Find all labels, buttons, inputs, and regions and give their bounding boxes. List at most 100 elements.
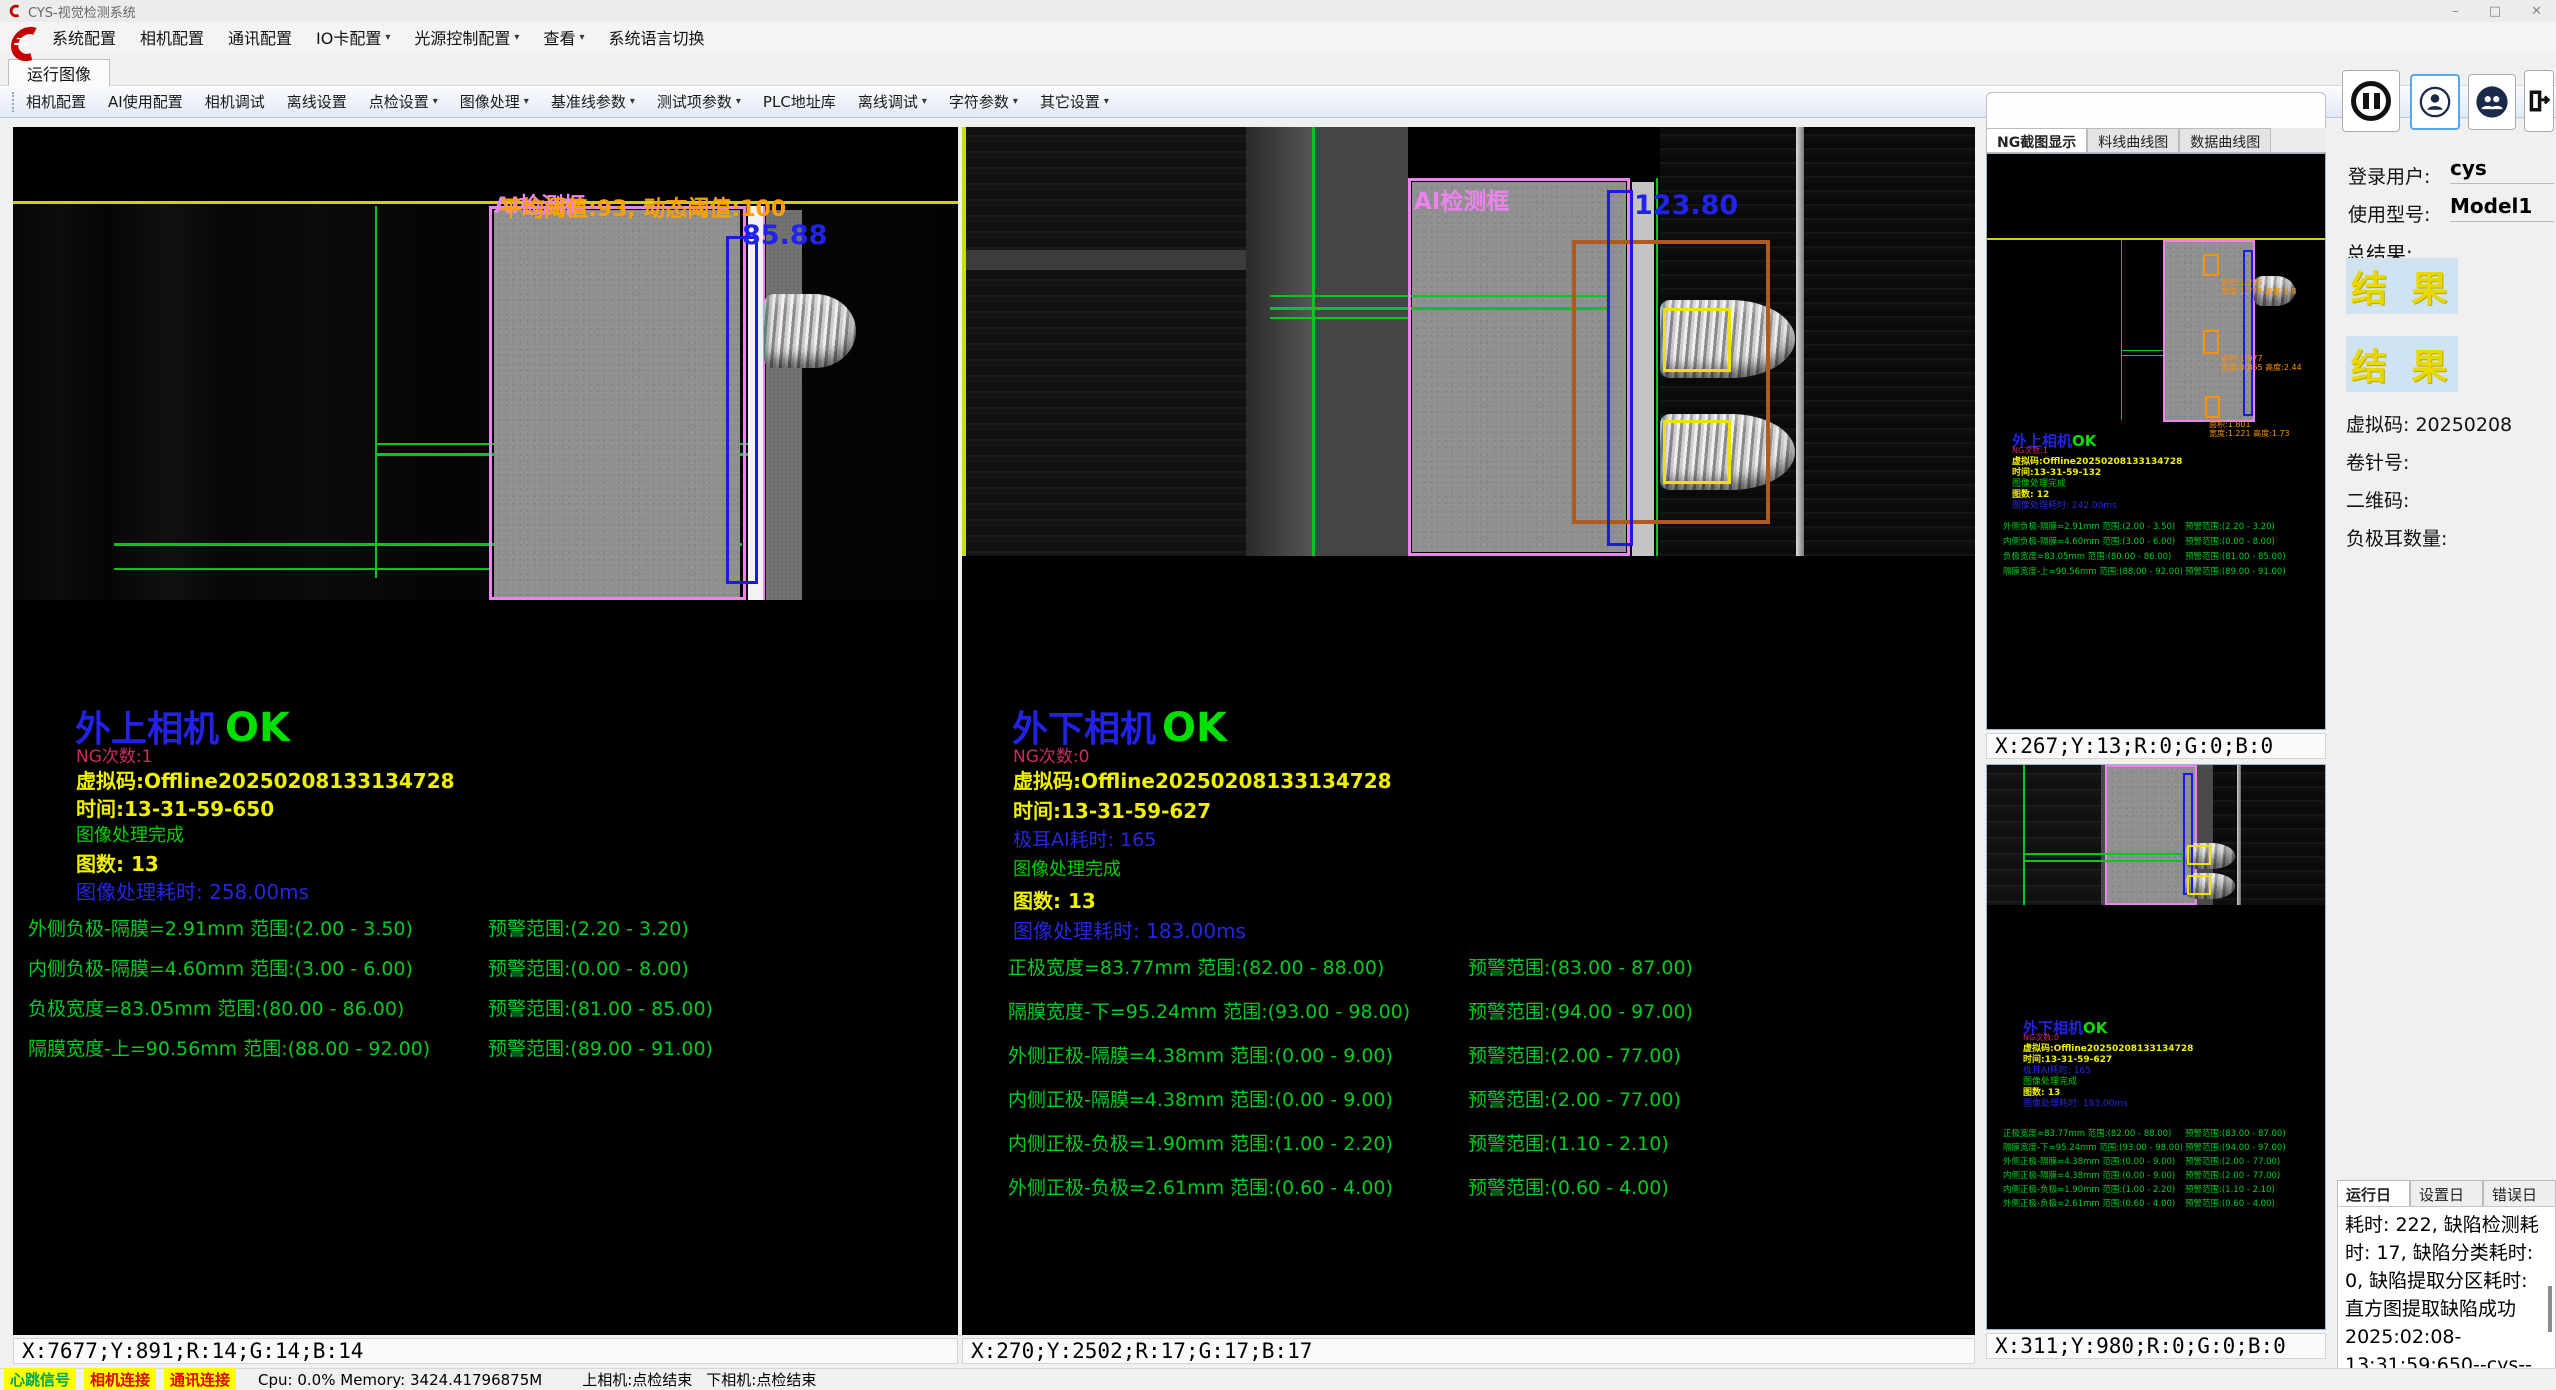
tool-camera-debug[interactable]: 相机调试 xyxy=(205,91,265,112)
menu-language-switch[interactable]: 系统语言切换 xyxy=(609,25,705,49)
warn-range-text: 预警范围:(81.00 - 85.00) xyxy=(2185,550,2286,562)
defect-annotation: 面积:1.801 宽度:1.221 高度:1.73 xyxy=(2209,420,2290,438)
measurement-row: 隔膜宽度-下=95.24mm 范围:(93.00 - 98.00)预警范围:(9… xyxy=(2003,1141,2183,1155)
login-user-field[interactable]: cys xyxy=(2450,156,2554,184)
menu-label: 光源控制配置 xyxy=(414,25,510,49)
camera-connect-badge: 相机连接 xyxy=(84,1368,156,1390)
tool-other-settings[interactable]: 其它设置▾ xyxy=(1040,91,1109,112)
menu-light-config[interactable]: 光源控制配置▾ xyxy=(414,25,519,49)
lower-camera-view[interactable]: AI检测框 123.80 外下相机OK NG次数:0 虚拟码:Offline20… xyxy=(962,127,1975,1335)
lime-edge-line xyxy=(962,127,966,556)
tab-material-curve[interactable]: 料线曲线图 xyxy=(2087,128,2179,152)
width-measure-box xyxy=(2243,250,2253,416)
toolbar-grip-handle[interactable] xyxy=(12,92,16,112)
tool-plc-address-lib[interactable]: PLC地址库 xyxy=(763,91,836,112)
tool-baseline-params[interactable]: 基准线参数▾ xyxy=(551,91,635,112)
bright-band xyxy=(966,250,1246,270)
measurement-row: 内侧负极-隔膜=4.60mm 范围:(3.00 - 6.00)预警范围:(0.0… xyxy=(28,954,430,994)
measurement-row: 外侧正极-隔膜=4.38mm 范围:(0.00 - 9.00)预警范围:(2.0… xyxy=(1008,1041,1410,1085)
tab-label: NG截图显示 xyxy=(1997,135,2076,151)
menu-label: IO卡配置 xyxy=(316,25,381,49)
run-log-output[interactable]: 耗时: 222, 缺陷检测耗时: 17, 缺陷分类耗时: 0, 缺陷提取分区耗时… xyxy=(2337,1206,2556,1390)
tool-offline-debug[interactable]: 离线调试▾ xyxy=(858,91,927,112)
virtual-code-text: 虚拟码:Offline20250208133134728 xyxy=(76,765,455,794)
measurement-row: 负极宽度=83.05mm 范围:(80.00 - 86.00)预警范围:(81.… xyxy=(2003,550,2183,565)
ai-time-text: 极耳AI耗时: 165 xyxy=(1013,825,1156,852)
defect-area-text: 面积:1.801 xyxy=(2209,420,2290,429)
menu-comm-config[interactable]: 通讯配置 xyxy=(228,25,292,49)
minimize-icon[interactable]: – xyxy=(2452,4,2459,19)
tool-ai-usage-config[interactable]: AI使用配置 xyxy=(108,91,183,112)
exit-button[interactable] xyxy=(2524,70,2554,132)
green-vertical-line xyxy=(2121,240,2122,420)
menu-camera-config[interactable]: 相机配置 xyxy=(140,25,204,49)
model-field[interactable]: Model1 xyxy=(2450,194,2554,222)
defect-size-text: 宽度:1.221 高度:1.73 xyxy=(2209,429,2290,438)
image-count-text: 图数: 13 xyxy=(76,848,159,877)
upper-camera-view[interactable]: AI检测框 平均阈值:93, 动态阈值:100 85.88 外上相机OK NG次… xyxy=(13,127,958,1335)
measurement-text: 外侧负极-隔膜=2.91mm 范围:(2.00 - 3.50) xyxy=(2003,522,2175,532)
tool-spot-check[interactable]: 点检设置▾ xyxy=(369,91,438,112)
warn-range-text: 预警范围:(0.60 - 4.00) xyxy=(2185,1197,2275,1209)
tool-label: 相机调试 xyxy=(205,91,265,112)
camera-result: OK xyxy=(2072,432,2096,450)
ng-snapshot-lower[interactable]: 外下相机OK NG次数:0 虚拟码:Offline202502081331347… xyxy=(1986,764,2326,1330)
tool-label: 相机配置 xyxy=(26,91,86,112)
log-scrollbar[interactable] xyxy=(2548,1286,2552,1332)
warn-range-text: 预警范围:(0.60 - 4.00) xyxy=(1468,1173,1669,1200)
green-horizontal-line xyxy=(2023,860,2185,862)
preview-pane-header xyxy=(1986,92,2326,130)
tab-data-curve[interactable]: 数据曲线图 xyxy=(2179,128,2271,152)
measurement-row: 正极宽度=83.77mm 范围:(82.00 - 88.00)预警范围:(83.… xyxy=(2003,1127,2183,1141)
menu-bar: 系统配置 相机配置 通讯配置 IO卡配置▾ 光源控制配置▾ 查看▾ 系统语言切换 xyxy=(0,22,2556,52)
virtual-code-text: 虚拟码:Offline20250208133134728 xyxy=(1013,765,1392,794)
measurement-text: 隔膜宽度-下=95.24mm 范围:(93.00 - 98.00) xyxy=(1008,1001,1410,1023)
tool-test-item-params[interactable]: 测试项参数▾ xyxy=(657,91,741,112)
user-management-button[interactable] xyxy=(2468,74,2516,130)
measurement-row: 外侧负极-隔膜=2.91mm 范围:(2.00 - 3.50)预警范围:(2.2… xyxy=(2003,520,2183,535)
tool-char-params[interactable]: 字符参数▾ xyxy=(949,91,1018,112)
measurement-text: 外侧正极-隔膜=4.38mm 范围:(0.00 - 9.00) xyxy=(2003,1157,2175,1167)
bright-vertical-edge xyxy=(2237,765,2241,905)
measurement-text: 外侧正极-负极=2.61mm 范围:(0.60 - 4.00) xyxy=(2003,1199,2175,1209)
current-user-button[interactable] xyxy=(2410,74,2460,130)
ng-snapshot-upper[interactable]: 面积:1.226 宽度:1.775 高度:1.8 面积:1.977 宽度:0.8… xyxy=(1986,153,2326,730)
close-icon[interactable]: ✕ xyxy=(2531,4,2542,19)
menu-system-config[interactable]: 系统配置 xyxy=(52,25,116,49)
chevron-down-icon: ▾ xyxy=(736,96,741,107)
warn-range-text: 预警范围:(2.20 - 3.20) xyxy=(2185,520,2275,532)
tool-label: 图像处理 xyxy=(460,91,520,112)
cpu-memory-text: Cpu: 0.0% Memory: 3424.41796875M xyxy=(258,1371,542,1389)
secondary-material-strip xyxy=(766,210,802,600)
measurement-row: 内侧正极-负极=1.90mm 范围:(1.00 - 2.20)预警范围:(1.1… xyxy=(2003,1183,2183,1197)
heartbeat-status-badge: 心跳信号 xyxy=(4,1368,76,1390)
tab-label: 数据曲线图 xyxy=(2190,135,2260,151)
pause-button[interactable] xyxy=(2342,70,2400,132)
maximize-icon[interactable]: □ xyxy=(2489,4,2501,19)
defect-area-text: 面积:1.977 xyxy=(2221,354,2302,363)
menu-io-card-config[interactable]: IO卡配置▾ xyxy=(316,25,390,49)
qr-code-line: 二维码: xyxy=(2346,486,2409,513)
defect-size-text: 宽度:0.865 高度:2.44 xyxy=(2221,363,2302,372)
pixel-coords-text: X:267;Y:13;R:0;G:0;B:0 xyxy=(1995,734,2273,758)
menu-view[interactable]: 查看▾ xyxy=(543,25,584,49)
tool-offline-settings[interactable]: 离线设置 xyxy=(287,91,347,112)
measurement-text: 外侧负极-隔膜=2.91mm 范围:(2.00 - 3.50) xyxy=(28,918,413,940)
defect-box xyxy=(2205,396,2220,418)
ng-count-text: NG次数:0 xyxy=(1013,742,1089,767)
warn-range-text: 预警范围:(0.00 - 8.00) xyxy=(2185,535,2275,547)
tool-label: 离线设置 xyxy=(287,91,347,112)
measurement-row: 内侧正极-隔膜=4.38mm 范围:(0.00 - 9.00)预警范围:(2.0… xyxy=(2003,1169,2183,1183)
user-icon xyxy=(2418,85,2452,119)
warn-range-text: 预警范围:(94.00 - 97.00) xyxy=(1468,997,1693,1024)
green-vertical-line xyxy=(375,206,377,578)
tool-camera-config[interactable]: 相机配置 xyxy=(26,91,86,112)
tool-image-processing[interactable]: 图像处理▾ xyxy=(460,91,529,112)
tool-label: 点检设置 xyxy=(369,91,429,112)
chevron-down-icon: ▾ xyxy=(1013,96,1018,107)
warn-range-text: 预警范围:(1.10 - 2.10) xyxy=(2185,1183,2275,1195)
tab-ng-snapshot[interactable]: NG截图显示 xyxy=(1986,128,2087,152)
tool-label: PLC地址库 xyxy=(763,91,836,112)
measurement-row: 外侧正极-负极=2.61mm 范围:(0.60 - 4.00)预警范围:(0.6… xyxy=(2003,1197,2183,1211)
time-text: 时间:13-31-59-627 xyxy=(1013,795,1211,824)
